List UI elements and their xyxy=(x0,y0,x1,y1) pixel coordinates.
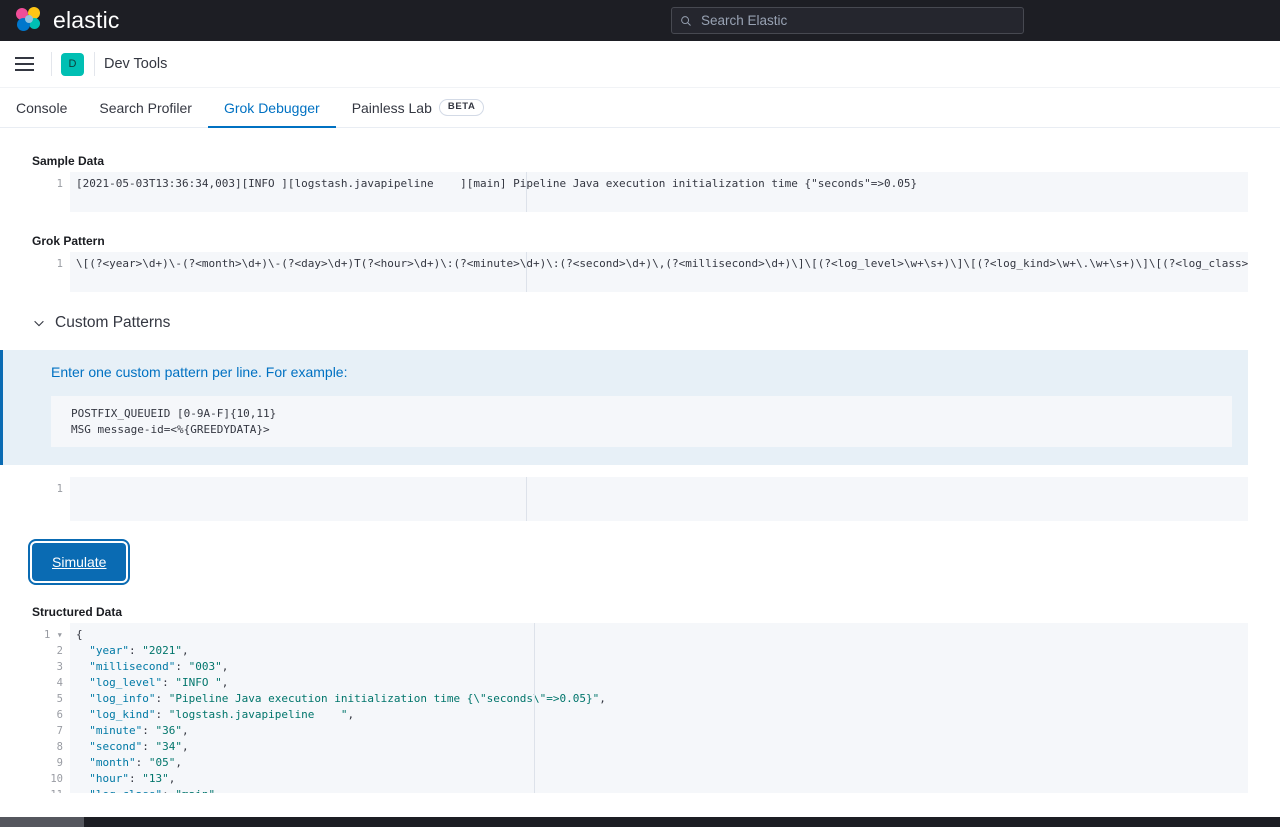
example-line-1: POSTFIX_QUEUEID [0-9A-F]{10,11} xyxy=(71,407,277,420)
simulate-button[interactable]: Simulate xyxy=(27,539,131,585)
tab-grok-debugger[interactable]: Grok Debugger xyxy=(207,89,336,128)
sample-data-gutter: 1 xyxy=(32,172,70,212)
tab-painless-lab[interactable]: Painless Lab BETA xyxy=(336,89,501,128)
tab-console[interactable]: Console xyxy=(0,89,83,128)
structured-data-content: { "year": "2021", "millisecond": "003", … xyxy=(70,623,1248,793)
chevron-down-icon xyxy=(34,320,44,327)
search-input[interactable] xyxy=(699,12,1015,29)
line-number: 11 xyxy=(32,787,63,793)
custom-patterns-title: Custom Patterns xyxy=(55,314,171,331)
grok-debugger-main: Sample Data 1 [2021-05-03T13:36:34,003][… xyxy=(0,128,1280,793)
tab-search-profiler[interactable]: Search Profiler xyxy=(83,89,208,128)
horizontal-scrollbar-thumb[interactable] xyxy=(0,817,84,827)
code-line: "month": "05", xyxy=(89,756,182,769)
line-number: 3 xyxy=(56,661,63,673)
header-divider-2 xyxy=(94,52,95,76)
grok-pattern-input[interactable]: \[(?<year>\d+)\-(?<month>\d+)\-(?<day>\d… xyxy=(70,252,1248,292)
dev-tools-app-icon: D xyxy=(61,52,84,76)
tab-console-label: Console xyxy=(16,99,68,116)
grok-pattern-editor[interactable]: 1 \[(?<year>\d+)\-(?<month>\d+)\-(?<day>… xyxy=(32,252,1248,292)
line-number: 5 xyxy=(56,693,63,705)
app-header: D Dev Tools xyxy=(0,41,1280,88)
custom-patterns-gutter: 1 xyxy=(32,477,70,521)
sample-data-input[interactable]: [2021-05-03T13:36:34,003][INFO ][logstas… xyxy=(70,172,1248,212)
elastic-logo-icon xyxy=(14,6,44,36)
code-line: "second": "34", xyxy=(89,740,189,753)
custom-patterns-input[interactable] xyxy=(70,477,1248,521)
code-line: "hour": "13", xyxy=(89,772,176,785)
dev-tools-tabs: Console Search Profiler Grok Debugger Pa… xyxy=(0,88,1280,128)
code-line: "minute": "36", xyxy=(89,724,189,737)
search-icon xyxy=(681,15,691,26)
custom-patterns-accordion[interactable]: Custom Patterns xyxy=(32,314,1248,332)
page-title: Dev Tools xyxy=(104,56,168,72)
line-number: 10 xyxy=(50,773,63,785)
line-number: 7 xyxy=(56,725,63,737)
callout-example-code: POSTFIX_QUEUEID [0-9A-F]{10,11} MSG mess… xyxy=(51,396,1232,447)
header-divider xyxy=(51,52,52,76)
line-number: 6 xyxy=(56,709,63,721)
line-number: 9 xyxy=(56,757,63,769)
sample-data-label: Sample Data xyxy=(32,154,105,168)
editor-ruler xyxy=(526,252,527,292)
tab-painless-lab-label: Painless Lab xyxy=(351,99,432,116)
grok-pattern-gutter: 1 xyxy=(32,252,70,292)
code-line: "log_info": "Pipeline Java execution ini… xyxy=(89,692,606,705)
global-header: elastic xyxy=(0,0,1280,41)
line-number: 2 xyxy=(56,645,63,657)
code-line: { xyxy=(76,628,83,641)
grok-pattern-label: Grok Pattern xyxy=(32,234,105,248)
sample-data-editor[interactable]: 1 [2021-05-03T13:36:34,003][INFO ][logst… xyxy=(32,172,1248,212)
horizontal-scrollbar[interactable] xyxy=(0,817,1280,827)
code-line: "log_level": "INFO ", xyxy=(89,676,229,689)
global-search[interactable] xyxy=(671,7,1024,34)
editor-ruler xyxy=(526,172,527,212)
simulate-button-label: Simulate xyxy=(52,554,107,570)
hamburger-menu-icon[interactable] xyxy=(6,49,42,79)
structured-data-gutter: 1 ▾2345678910111213 xyxy=(32,623,70,793)
line-number: 1 ▾ xyxy=(44,629,63,641)
brand-name: elastic xyxy=(53,7,120,33)
custom-patterns-editor[interactable]: 1 xyxy=(32,477,1248,521)
editor-ruler xyxy=(534,623,535,793)
elastic-brand[interactable]: elastic xyxy=(0,6,120,36)
tab-grok-debugger-label: Grok Debugger xyxy=(223,99,320,116)
tab-search-profiler-label: Search Profiler xyxy=(99,99,192,116)
code-line: "log_class": "main", xyxy=(76,787,1248,793)
example-line-2: MSG message-id=<%{GREEDYDATA}> xyxy=(71,422,270,436)
custom-patterns-callout: Enter one custom pattern per line. For e… xyxy=(0,350,1248,465)
callout-title: Enter one custom pattern per line. For e… xyxy=(51,364,348,380)
code-line: "millisecond": "003", xyxy=(89,660,229,673)
code-line: "log_kind": "logstash.javapipeline ", xyxy=(89,708,355,721)
structured-data-label: Structured Data xyxy=(32,605,123,619)
line-number: 8 xyxy=(56,741,63,753)
editor-ruler xyxy=(526,477,527,521)
code-line: "year": "2021", xyxy=(89,644,189,657)
beta-badge: BETA xyxy=(438,99,485,116)
structured-data-output[interactable]: 1 ▾2345678910111213 { "year": "2021", "m… xyxy=(32,623,1248,793)
line-number: 4 xyxy=(56,677,63,689)
